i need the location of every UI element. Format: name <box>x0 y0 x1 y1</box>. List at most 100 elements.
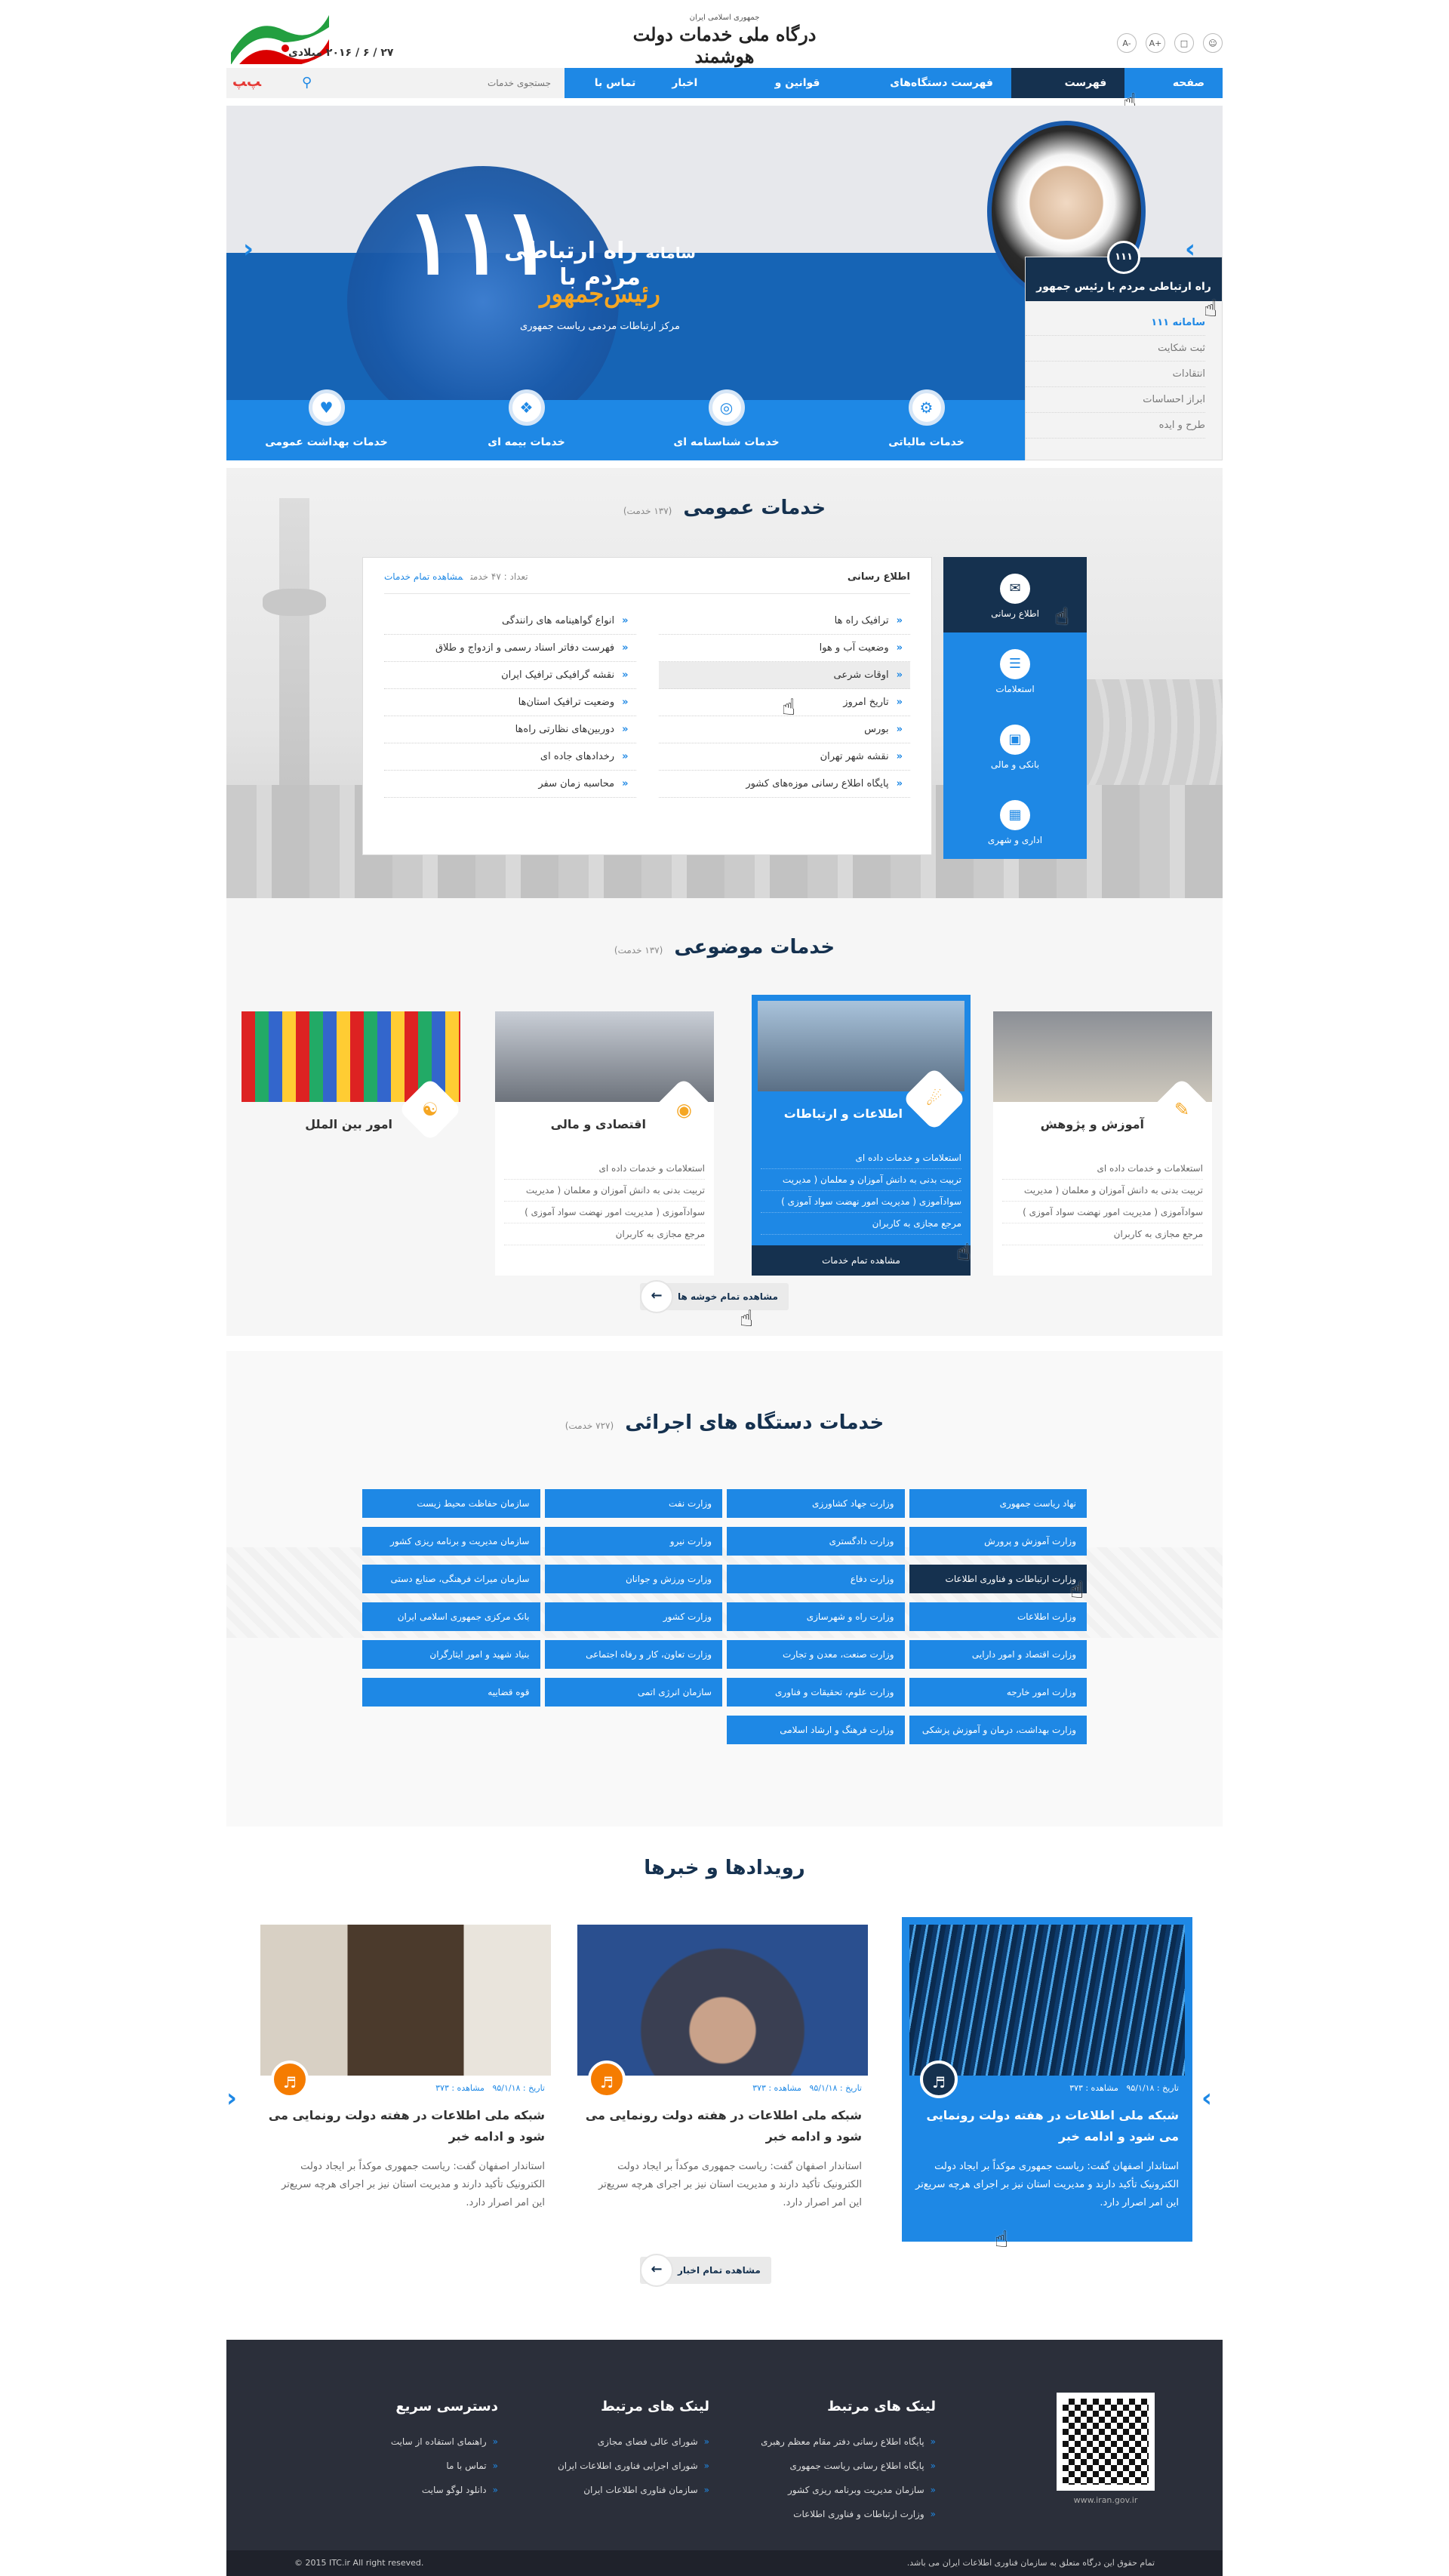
service-tax[interactable]: ⚙ خدمات مالیاتی <box>826 389 1026 460</box>
news-card-title[interactable]: شبکه ملی اطلاعات در هفته دولت رونمایی می… <box>909 2093 1185 2147</box>
agency-button[interactable]: وزارت اقتصاد و امور دارایی <box>909 1640 1087 1669</box>
side-panel-item[interactable]: ثبت شکایت <box>1026 336 1205 362</box>
topic-card-item[interactable]: استعلامات و خدمات داده ای <box>504 1158 705 1180</box>
footer-link[interactable]: دانلود لوگو سایت <box>391 2478 498 2502</box>
view-all-clusters-button[interactable]: ← مشاهده تمام خوشه ها <box>640 1280 789 1313</box>
agency-button[interactable]: وزارت جهاد کشاورزی <box>727 1489 905 1518</box>
topic-card[interactable]: ☯ امور بین الملل <box>242 1011 463 1276</box>
view-all-news-button[interactable]: ← مشاهده تمام اخبار <box>640 2254 771 2287</box>
topic-card-item[interactable]: سوادآموزی ( مدیریت امور نهضت سواد آموزی … <box>504 1202 705 1223</box>
agency-button[interactable]: وزارت امور خارجه <box>909 1678 1087 1707</box>
search-input[interactable] <box>325 78 551 88</box>
footer-link[interactable]: شورای عالی فضای مجازی <box>558 2430 709 2454</box>
topic-card-item[interactable]: مرجع مجازی به کاربران <box>1002 1223 1203 1245</box>
tab-inquiries[interactable]: ☰ استعلامات <box>943 632 1087 708</box>
agency-button[interactable]: سازمان میراث فرهنگی، صنایع دستی <box>362 1565 540 1593</box>
agency-button[interactable]: نهاد ریاست جمهوری <box>909 1489 1087 1518</box>
agency-button[interactable]: وزارت فرهنگ و ارشاد اسلامی <box>727 1716 905 1744</box>
agency-button[interactable]: وزارت راه و شهرسازی <box>727 1602 905 1631</box>
service-link[interactable]: انواع گواهینامه های رانندگی <box>384 608 636 635</box>
agency-button[interactable]: وزارت بهداشت، درمان و آموزش پزشکی <box>909 1716 1087 1744</box>
agency-button[interactable]: وزارت تعاون، کار و رفاه اجتماعی <box>544 1640 722 1669</box>
topic-card-item[interactable]: سوادآموزی ( مدیریت امور نهضت سواد آموزی … <box>1002 1202 1203 1223</box>
topic-card-item[interactable]: تربیت بدنی به دانش آموزان و معلمان ( مدی… <box>504 1180 705 1202</box>
service-link[interactable]: ترافیک راه ها <box>658 608 910 635</box>
agency-button[interactable]: سازمان انرژی اتمی <box>544 1678 722 1707</box>
service-link[interactable]: فهرست دفاتر اسناد رسمی و ازدواج و طلاق <box>384 635 636 662</box>
tab-information[interactable]: ✉ اطلاع رسانی <box>943 557 1087 632</box>
footer-link[interactable]: شورای اجرایی فناوری اطلاعات ایران <box>558 2454 709 2478</box>
footer-link[interactable]: پایگاه اطلاع رسانی ریاست جمهوری <box>761 2454 936 2478</box>
service-link[interactable]: تاریخ امروز <box>658 689 910 716</box>
topic-card-more-button[interactable]: مشاهده تمام خدمات <box>752 1245 971 1276</box>
footer-link[interactable]: راهنمای استفاده از سایت <box>391 2430 498 2454</box>
agency-button[interactable]: سازمان مدیریت و برنامه ریزی کشور <box>362 1527 540 1556</box>
nav-item-contact[interactable]: تماس با ما <box>565 68 654 119</box>
nav-item-laws[interactable]: قوانین و مقررات <box>715 68 838 119</box>
service-link[interactable]: محاسبه زمان سفر <box>384 771 636 798</box>
side-panel-item[interactable]: طرح و ایده <box>1026 413 1205 439</box>
side-panel-item[interactable]: سامانه ۱۱۱ <box>1026 310 1205 336</box>
topic-card-item[interactable]: تربیت بدنی به دانش آموزان و معلمان ( مدی… <box>1002 1180 1203 1202</box>
service-health[interactable]: ♥ خدمات بهداشت عمومی <box>226 389 426 460</box>
agency-button[interactable]: وزارت ورزش و جوانان <box>544 1565 722 1593</box>
agency-button[interactable]: وزارت نیرو <box>544 1527 722 1556</box>
service-link[interactable]: دوربین‌های نظارتی راه‌ها <box>384 716 636 743</box>
agency-button[interactable]: وزارت آموزش و پرورش <box>909 1527 1087 1556</box>
agency-button[interactable]: وزارت صنعت، معدن و تجارت <box>727 1640 905 1669</box>
footer-link[interactable]: وزارت ارتباطات و فناوری اطلاعات <box>761 2502 936 2526</box>
topic-card-item[interactable]: استعلامات و خدمات داده ای <box>1002 1158 1203 1180</box>
footer-link[interactable]: تماس با ما <box>391 2454 498 2478</box>
service-link[interactable]: بورس <box>658 716 910 743</box>
service-link[interactable]: وضعیت ترافیک استان‌ها <box>384 689 636 716</box>
service-link[interactable]: نقشه شهر تهران <box>658 743 910 771</box>
agency-button[interactable]: وزارت نفت <box>544 1489 722 1518</box>
topic-card-item[interactable]: مرجع مجازی به کاربران <box>504 1223 705 1245</box>
nav-item-services[interactable]: فهرست خدمات <box>1011 68 1125 119</box>
service-link[interactable]: نقشه گرافیکی ترافیک ایران <box>384 662 636 689</box>
footer-url[interactable]: www.iran.gov.ir <box>1057 2495 1155 2505</box>
topic-card-active[interactable]: ☄ اطلاعات و ارتباطات استعلامات و خدمات د… <box>752 995 971 1276</box>
service-link[interactable]: اوقات شرعی <box>658 662 910 689</box>
agency-button[interactable]: وزارت علوم، تحقیقات و فناوری <box>727 1678 905 1707</box>
agency-button[interactable]: وزارت دادگستری <box>727 1527 905 1556</box>
topic-card[interactable]: ✎ آموزش و پژوهش استعلامات و خدمات داده ا… <box>993 1011 1214 1276</box>
agency-button[interactable]: وزارت دفاع <box>727 1565 905 1593</box>
agency-button[interactable]: وزارت ارتباطات و فناوری اطلاعات <box>909 1565 1087 1593</box>
tab-banking[interactable]: ▣ بانکی و مالی <box>943 708 1087 783</box>
news-card-title[interactable]: شبکه ملی اطلاعات در هفته دولت رونمایی می… <box>260 2093 551 2147</box>
side-panel-item[interactable]: انتقادات <box>1026 362 1205 387</box>
nav-item-home[interactable]: صفحه اصلی <box>1124 68 1223 119</box>
agency-button[interactable]: وزارت کشور <box>544 1602 722 1631</box>
service-link[interactable]: وضعیت آب و هوا <box>658 635 910 662</box>
footer-link[interactable]: سازمان مدیریت وبرنامه ریزی کشور <box>761 2478 936 2502</box>
news-next-arrow-icon[interactable]: › <box>1201 2083 1212 2113</box>
footer-link[interactable]: سازمان فناوری اطلاعات ایران <box>558 2478 709 2502</box>
search-icon[interactable]: ⚲ <box>302 75 312 91</box>
view-all-services-link[interactable]: مشاهده تمام خدمات <box>384 571 463 582</box>
agency-button[interactable]: بنیاد شهید و امور ایثارگران <box>362 1640 540 1669</box>
side-panel-header[interactable]: ۱۱۱ راه ارتباطی مردم با رئیس جمهور <box>1026 241 1222 301</box>
hero-prev-arrow-icon[interactable]: ‹ <box>243 234 254 264</box>
agency-button[interactable]: وزارت اطلاعات <box>909 1602 1087 1631</box>
nav-item-news[interactable]: اخبار <box>654 68 715 98</box>
news-card-active[interactable]: ♬ تاریخ : ۹۵/۱/۱۸ مشاهده : ۳۷۳ شبکه ملی … <box>902 1917 1192 2242</box>
agency-button[interactable]: بانک مرکزی جمهوری اسلامی ایران <box>362 1602 540 1631</box>
tab-administrative[interactable]: ▦ اداری و شهری <box>943 783 1087 859</box>
topic-card-item[interactable]: سوادآموزی ( مدیریت امور نهضت سواد آموزی … <box>761 1191 961 1213</box>
topic-card-item[interactable]: استعلامات و خدمات داده ای <box>761 1147 961 1169</box>
service-link[interactable]: رخدادهای جاده ای <box>384 743 636 771</box>
topic-card-item[interactable]: مرجع مجازی به کاربران <box>761 1213 961 1235</box>
agency-button[interactable]: سازمان حفاظت محیط زیست <box>362 1489 540 1518</box>
agency-button[interactable]: قوه قضاییه <box>362 1678 540 1707</box>
news-card[interactable]: ♬ تاریخ : ۹۵/۱/۱۸ مشاهده : ۳۷۳ شبکه ملی … <box>577 1925 868 2234</box>
footer-link[interactable]: پایگاه اطلاع رسانی دفتر مقام معظم رهبری <box>761 2430 936 2454</box>
news-prev-arrow-icon[interactable]: ‹ <box>226 2083 237 2113</box>
nav-item-agencies[interactable]: فهرست دستگاه‌های اجرایی <box>838 68 1011 119</box>
topic-card[interactable]: ◉ اقتصادی و مالی استعلامات و خدمات داده … <box>495 1011 716 1276</box>
side-panel-item[interactable]: ابراز احساسات <box>1026 387 1205 413</box>
topic-card-item[interactable]: تربیت بدنی به دانش آموزان و معلمان ( مدی… <box>761 1169 961 1191</box>
service-insurance[interactable]: ❖ خدمات بیمه ای <box>426 389 626 460</box>
service-link[interactable]: پایگاه اطلاع رسانی موزه‌های کشور <box>658 771 910 798</box>
news-card-title[interactable]: شبکه ملی اطلاعات در هفته دولت رونمایی می… <box>577 2093 868 2147</box>
